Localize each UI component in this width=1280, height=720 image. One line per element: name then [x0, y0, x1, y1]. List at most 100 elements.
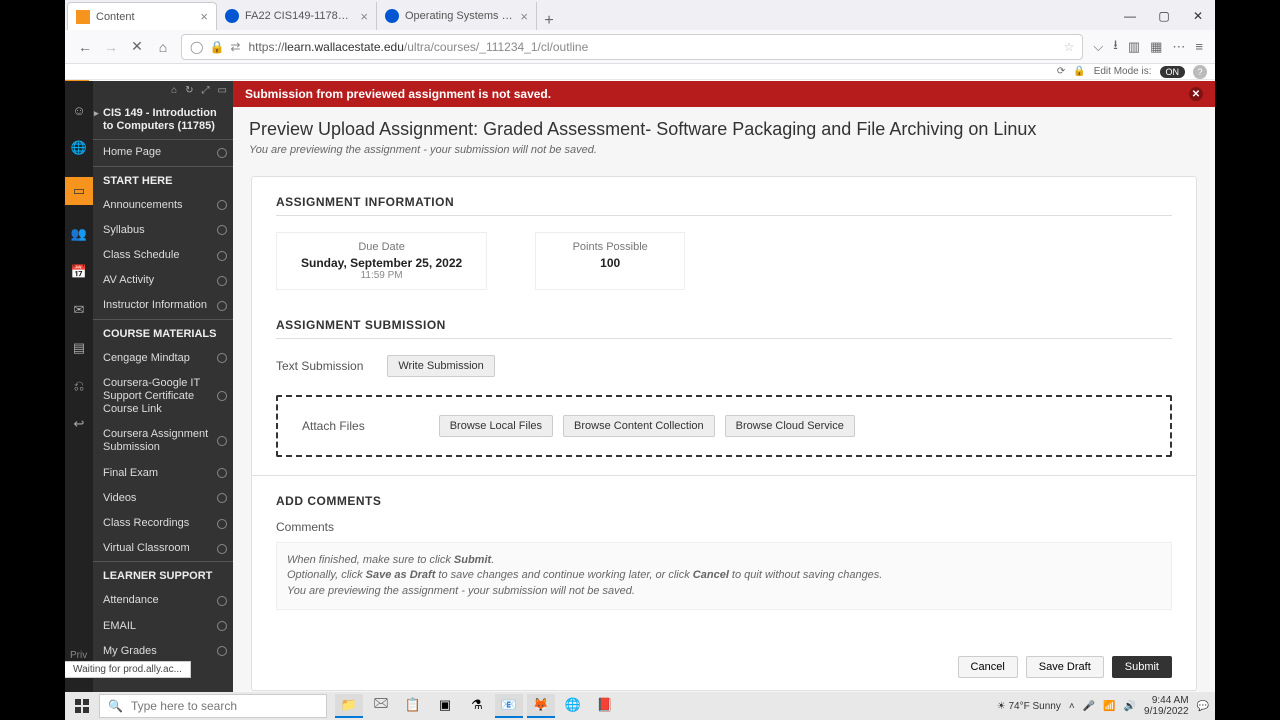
- main-content: Submission from previewed assignment is …: [233, 81, 1215, 692]
- sidebar-item-final[interactable]: Final Exam: [93, 461, 233, 486]
- sidebar-item-coursera-link[interactable]: Coursera-Google IT Support Certificate C…: [93, 371, 233, 423]
- address-bar[interactable]: ◯ 🔒 ⇄ https://learn.wallacestate.edu/ult…: [181, 34, 1083, 60]
- taskbar-search[interactable]: 🔍 Type here to search: [99, 694, 327, 718]
- tray-network-icon[interactable]: 📶: [1103, 701, 1115, 712]
- sync-icon[interactable]: ⟳: [1057, 66, 1065, 77]
- permissions-icon[interactable]: ⇄: [230, 40, 240, 54]
- edit-mode-toggle[interactable]: ON: [1160, 66, 1186, 78]
- search-placeholder: Type here to search: [131, 699, 237, 713]
- lock-icon[interactable]: 🔒: [209, 40, 224, 54]
- sidebar-item-email[interactable]: EMAIL: [93, 614, 233, 639]
- browser-statusbar: Waiting for prod.ally.ac...: [65, 661, 191, 678]
- taskbar-app-dev[interactable]: ⚗: [463, 694, 491, 718]
- taskbar-app-mail[interactable]: 🖂: [367, 694, 395, 718]
- comments-instructions: When finished, make sure to click Submit…: [276, 542, 1172, 610]
- tab-label: Operating Systems and You: Be: [405, 10, 514, 22]
- lock-icon[interactable]: 🔒: [1073, 66, 1085, 77]
- write-submission-button[interactable]: Write Submission: [387, 355, 494, 377]
- attach-files-dropzone[interactable]: Attach Files Browse Local Files Browse C…: [276, 395, 1172, 457]
- courses-icon[interactable]: ▭: [65, 177, 93, 205]
- taskbar-app-store[interactable]: ▣: [431, 694, 459, 718]
- help-icon[interactable]: ?: [1193, 65, 1207, 79]
- course-title[interactable]: CIS 149 - Introduction to Computers (117…: [93, 101, 233, 140]
- start-button[interactable]: [65, 699, 99, 713]
- browse-local-button[interactable]: Browse Local Files: [439, 415, 553, 437]
- feed-icon[interactable]: ⋯: [1172, 39, 1185, 55]
- cancel-button[interactable]: Cancel: [958, 656, 1018, 678]
- close-icon[interactable]: ×: [360, 9, 368, 24]
- tools-icon[interactable]: ⎌: [70, 377, 88, 395]
- grades-icon[interactable]: ▤: [70, 339, 88, 357]
- profile-icon[interactable]: ☺: [70, 101, 88, 119]
- close-icon[interactable]: ×: [520, 9, 528, 24]
- tab-content[interactable]: Content ×: [67, 2, 217, 30]
- weather-widget[interactable]: ☀ 74°F Sunny: [997, 701, 1061, 712]
- menu-home-icon[interactable]: ⌂: [171, 85, 177, 101]
- taskbar-app-notes[interactable]: 📋: [399, 694, 427, 718]
- window-maximize[interactable]: ▢: [1147, 2, 1181, 30]
- sidebar-item-syllabus[interactable]: Syllabus: [93, 218, 233, 243]
- shield-icon[interactable]: ◯: [190, 40, 203, 54]
- sidebar-item-instructor[interactable]: Instructor Information: [93, 293, 233, 318]
- points-label: Points Possible: [560, 241, 660, 253]
- taskbar-clock[interactable]: 9:44 AM 9/19/2022: [1144, 695, 1189, 717]
- sidebar-item-coursera-submission[interactable]: Coursera Assignment Submission: [93, 422, 233, 460]
- organizations-icon[interactable]: 👥: [70, 225, 88, 243]
- extensions-icon[interactable]: ▦: [1150, 39, 1162, 55]
- bb-header-strip: ⟳ 🔒 Edit Mode is: ON ?: [65, 64, 1215, 80]
- sidebar-item-attendance[interactable]: Attendance: [93, 588, 233, 613]
- sidebar-item-videos[interactable]: Videos: [93, 486, 233, 511]
- tray-chevron-icon[interactable]: ˄: [1069, 701, 1075, 712]
- taskbar-app-outlook[interactable]: 📧: [495, 694, 523, 718]
- new-tab-button[interactable]: +: [537, 12, 561, 30]
- save-draft-button[interactable]: Save Draft: [1026, 656, 1104, 678]
- activity-icon[interactable]: 🌐: [70, 139, 88, 157]
- taskbar-app-chrome[interactable]: 🌐: [559, 694, 587, 718]
- close-icon[interactable]: ✕: [1189, 87, 1203, 101]
- forward-button[interactable]: →: [103, 39, 119, 55]
- tray-mic-icon[interactable]: 🎤: [1083, 701, 1095, 712]
- section-heading: ADD COMMENTS: [276, 494, 1172, 514]
- window-minimize[interactable]: ―: [1113, 2, 1147, 30]
- warning-text: Submission from previewed assignment is …: [245, 87, 551, 101]
- window-close[interactable]: ✕: [1181, 2, 1215, 30]
- points-box: Points Possible 100: [535, 232, 685, 290]
- library-icon[interactable]: ▥: [1128, 39, 1140, 55]
- sidebar-item-av[interactable]: AV Activity: [93, 268, 233, 293]
- stop-button[interactable]: ✕: [129, 39, 145, 55]
- tab-coursera-2[interactable]: Operating Systems and You: Be ×: [377, 2, 537, 30]
- messages-icon[interactable]: ✉: [70, 301, 88, 319]
- clock-date: 9/19/2022: [1144, 706, 1189, 717]
- pocket-icon[interactable]: ⌵: [1093, 39, 1103, 55]
- tray-notifications-icon[interactable]: 💬: [1197, 701, 1209, 712]
- browse-collection-button[interactable]: Browse Content Collection: [563, 415, 715, 437]
- tray-volume-icon[interactable]: 🔊: [1124, 701, 1136, 712]
- due-date-label: Due Date: [301, 241, 462, 253]
- taskbar-app-firefox[interactable]: 🦊: [527, 694, 555, 718]
- sidebar-item-announcements[interactable]: Announcements: [93, 193, 233, 218]
- tab-coursera-1[interactable]: FA22 CIS149-11785 | Coursera ×: [217, 2, 377, 30]
- menu-expand-icon[interactable]: ⤢: [202, 85, 210, 101]
- downloads-icon[interactable]: ⭳: [1113, 36, 1118, 58]
- app-menu-button[interactable]: ≡: [1195, 39, 1203, 54]
- section-heading: ASSIGNMENT INFORMATION: [276, 195, 1172, 216]
- menu-refresh-icon[interactable]: ↻: [185, 85, 193, 101]
- close-icon[interactable]: ×: [200, 9, 208, 24]
- taskbar-app-explorer[interactable]: 📁: [335, 694, 363, 718]
- sidebar-item-virtual[interactable]: Virtual Classroom: [93, 536, 233, 561]
- taskbar-app-acrobat[interactable]: 📕: [591, 694, 619, 718]
- home-button[interactable]: ⌂: [155, 39, 171, 55]
- sidebar-item-cengage[interactable]: Cengage Mindtap: [93, 346, 233, 371]
- sidebar-item-home[interactable]: Home Page: [93, 140, 233, 165]
- page-title: Preview Upload Assignment: Graded Assess…: [233, 107, 1215, 144]
- sidebar-item-recordings[interactable]: Class Recordings: [93, 511, 233, 536]
- windows-taskbar: 🔍 Type here to search 📁 🖂 📋 ▣ ⚗ 📧 🦊 🌐 📕 …: [65, 692, 1215, 720]
- bookmark-star-icon[interactable]: ☆: [1064, 40, 1075, 54]
- calendar-icon[interactable]: 📅: [70, 263, 88, 281]
- signout-icon[interactable]: ↩: [70, 415, 88, 433]
- menu-folder-icon[interactable]: ▭: [218, 85, 227, 101]
- sidebar-item-schedule[interactable]: Class Schedule: [93, 243, 233, 268]
- submit-button[interactable]: Submit: [1112, 656, 1172, 678]
- browse-cloud-button[interactable]: Browse Cloud Service: [725, 415, 855, 437]
- back-button[interactable]: ←: [77, 39, 93, 55]
